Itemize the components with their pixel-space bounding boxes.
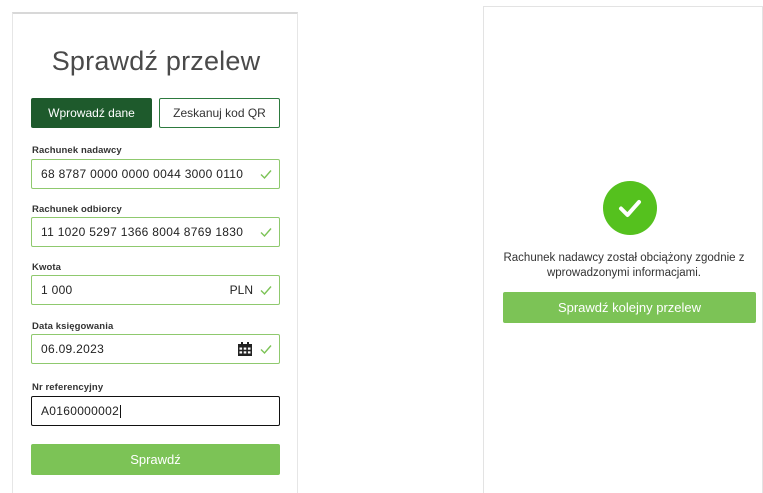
booking-date-field[interactable]: 06.09.2023 (31, 334, 280, 364)
tab-enter-data[interactable]: Wprowadź dane (31, 98, 152, 128)
result-panel: Rachunek nadawcy został obciążony zgodni… (483, 6, 763, 493)
check-icon (259, 283, 273, 297)
recipient-account-label: Rachunek odbiorcy (32, 204, 122, 215)
tab-scan-qr[interactable]: Zeskanuj kod QR (159, 98, 280, 128)
check-button[interactable]: Sprawdź (31, 444, 280, 475)
reference-number-field[interactable]: A0160000002 (31, 396, 280, 426)
verify-form-panel: Sprawdź przelew Wprowadź dane Zeskanuj k… (12, 12, 298, 493)
amount-field[interactable]: 1 000 PLN (31, 275, 280, 305)
sender-account-label: Rachunek nadawcy (32, 145, 122, 156)
sender-account-value: 68 8787 0000 0000 0044 3000 0110 (41, 167, 244, 181)
amount-value: 1 000 (41, 283, 73, 297)
currency-label: PLN (229, 283, 253, 297)
success-message: Rachunek nadawcy został obciążony zgodni… (503, 252, 745, 279)
recipient-account-value: 11 1020 5297 1366 8004 8769 1830 (41, 225, 244, 239)
check-icon (259, 342, 273, 356)
check-icon (259, 167, 273, 181)
amount-label: Kwota (32, 262, 61, 273)
booking-date-value: 06.09.2023 (41, 342, 105, 356)
check-icon (259, 225, 273, 239)
calendar-icon[interactable] (237, 341, 253, 357)
reference-number-label: Nr referencyjny (32, 382, 104, 393)
sender-account-field[interactable]: 68 8787 0000 0000 0044 3000 0110 (31, 159, 280, 189)
checkmark-circle-icon (603, 181, 657, 235)
text-cursor (120, 405, 122, 419)
reference-number-value: A0160000002 (41, 403, 120, 418)
recipient-account-field[interactable]: 11 1020 5297 1366 8004 8769 1830 (31, 217, 280, 247)
check-another-transfer-button[interactable]: Sprawdź kolejny przelew (503, 292, 756, 323)
booking-date-label: Data księgowania (32, 321, 114, 332)
page-title: Sprawdź przelew (51, 46, 261, 76)
